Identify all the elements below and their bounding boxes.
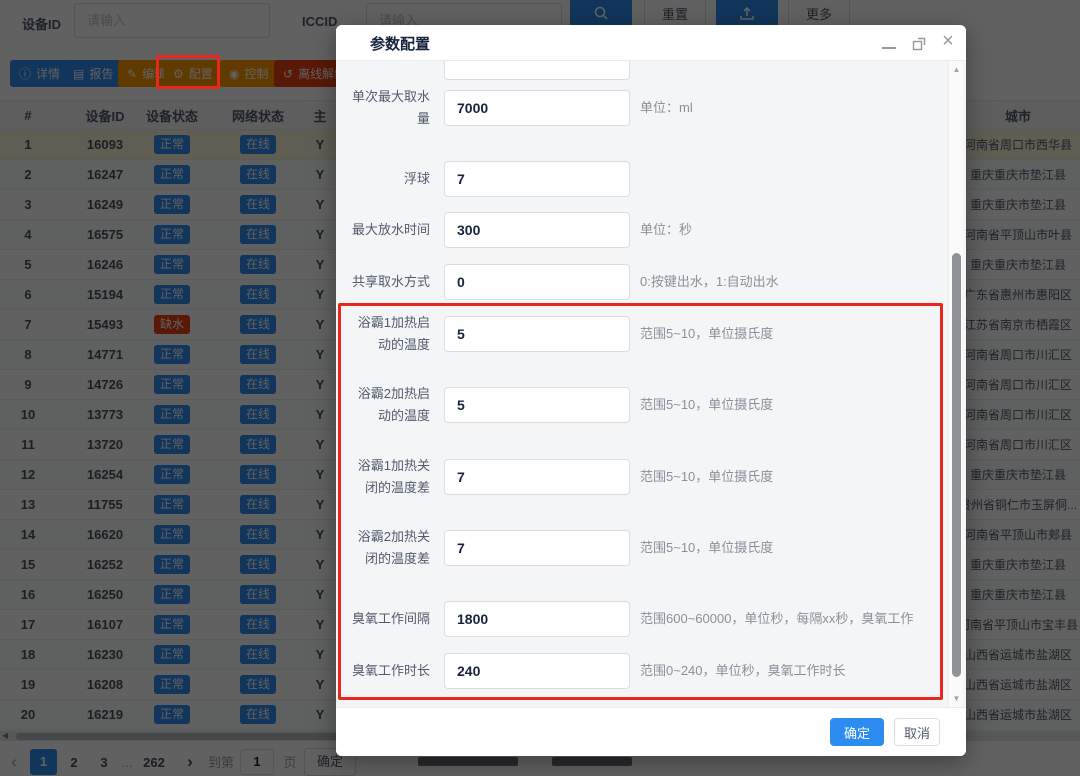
parameter-config-modal: 参数配置 × ▲ ▼ 单次最大取水量 7000 单位：ml 浮球 7 最大放水时间 300 单… xyxy=(336,25,966,756)
annotation-box-fields xyxy=(338,303,943,700)
form-label: 单次最大取水量 xyxy=(346,90,430,126)
form-hint: 0:按键出水，1:自动出水 xyxy=(640,264,779,300)
form-label: 最大放水时间 xyxy=(346,212,430,248)
scroll-down-icon[interactable]: ▼ xyxy=(949,694,964,703)
form-hint: 单位：ml xyxy=(640,90,693,126)
form-label: 共享取水方式 xyxy=(346,264,430,300)
modal-footer: 确定 取消 xyxy=(336,707,966,756)
form-input-partial[interactable] xyxy=(444,61,630,80)
form-label: 浮球 xyxy=(346,161,430,197)
modal-header: 参数配置 × xyxy=(336,25,966,61)
confirm-button[interactable]: 确定 xyxy=(830,718,884,746)
form-input[interactable]: 300 xyxy=(444,212,630,248)
screen: 设备ID 请输入 ICCID 请输入 重置 更多 ⓘ详情▤报告✎编辑⚙配置◉控制… xyxy=(0,0,1080,776)
minimize-icon[interactable] xyxy=(882,47,896,49)
scroll-up-icon[interactable]: ▲ xyxy=(949,65,964,74)
form-input[interactable]: 7000 xyxy=(444,90,630,126)
modal-scrollbar[interactable]: ▲ ▼ xyxy=(948,61,963,707)
form-input[interactable]: 0 xyxy=(444,264,630,300)
annotation-box-config-button xyxy=(156,55,220,89)
close-icon[interactable]: × xyxy=(938,27,958,55)
modal-title: 参数配置 xyxy=(370,25,430,65)
cancel-button[interactable]: 取消 xyxy=(894,718,940,746)
form-hint: 单位：秒 xyxy=(640,212,692,248)
modal-body: ▲ ▼ 单次最大取水量 7000 单位：ml 浮球 7 最大放水时间 300 单位：秒共享取水… xyxy=(336,61,966,707)
form-input[interactable]: 7 xyxy=(444,161,630,197)
fullscreen-icon[interactable] xyxy=(912,37,926,51)
modal-scroll-thumb[interactable] xyxy=(952,253,961,677)
